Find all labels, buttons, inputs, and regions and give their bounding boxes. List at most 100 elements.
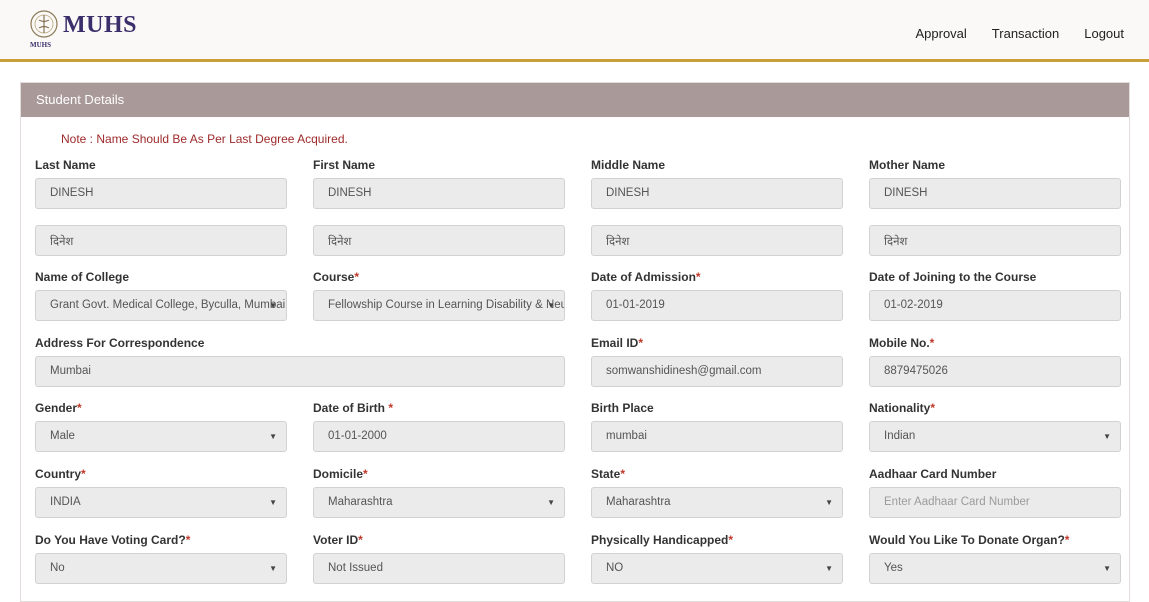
aadhaar-input[interactable]: Enter Aadhaar Card Number bbox=[869, 487, 1121, 518]
muhs-logo[interactable]: MUHS MUHS bbox=[29, 9, 137, 57]
chevron-down-icon: ▼ bbox=[269, 432, 277, 441]
required-mark: * bbox=[363, 467, 368, 481]
last-name-hindi-input[interactable]: दिनेश bbox=[35, 225, 287, 256]
first-name-label: First Name bbox=[313, 158, 376, 172]
address-input[interactable]: Mumbai bbox=[35, 356, 565, 387]
joining-date-input[interactable]: 01-02-2019 bbox=[869, 290, 1121, 321]
donate-organ-select[interactable]: Yes ▼ bbox=[869, 553, 1121, 584]
last-name-field: Last Name DINESH bbox=[35, 158, 287, 209]
domicile-select[interactable]: Maharashtra ▼ bbox=[313, 487, 565, 518]
first-name-hindi-input[interactable]: दिनेश bbox=[313, 225, 565, 256]
required-mark: * bbox=[638, 336, 644, 350]
required-mark: * bbox=[929, 336, 935, 350]
voting-card-field: Do You Have Voting Card?* No ▼ bbox=[35, 533, 287, 584]
required-mark: * bbox=[388, 401, 394, 415]
nav-logout[interactable]: Logout bbox=[1084, 26, 1124, 41]
mobile-input[interactable]: 8879475026 bbox=[869, 356, 1121, 387]
college-value: Grant Govt. Medical College, Byculla, Mu… bbox=[50, 299, 286, 311]
college-field: Name of College Grant Govt. Medical Coll… bbox=[35, 270, 287, 321]
address-field: Address For Correspondence Mumbai bbox=[35, 336, 565, 387]
email-field: Email ID* somwanshidinesh@gmail.com bbox=[591, 336, 843, 387]
required-mark: * bbox=[77, 401, 82, 415]
mother-name-field: Mother Name DINESH bbox=[869, 158, 1121, 209]
address-label: Address For Correspondence bbox=[35, 336, 205, 350]
course-select[interactable]: Fellowship Course in Learning Disability… bbox=[313, 290, 565, 321]
required-mark: * bbox=[354, 270, 360, 284]
voting-card-value: No bbox=[50, 562, 65, 574]
handicapped-select[interactable]: NO ▼ bbox=[591, 553, 843, 584]
mother-name-hindi-input[interactable]: दिनेश bbox=[869, 225, 1121, 256]
nationality-label: Nationality* bbox=[869, 401, 936, 415]
college-select[interactable]: Grant Govt. Medical College, Byculla, Mu… bbox=[35, 290, 287, 321]
joining-date-label: Date of Joining to the Course bbox=[869, 270, 1037, 284]
student-details-panel: Student Details Note : Name Should Be As… bbox=[20, 82, 1130, 602]
voter-id-field: Voter ID* Not Issued bbox=[313, 533, 565, 584]
first-name-field: First Name DINESH bbox=[313, 158, 565, 209]
donate-organ-field: Would You Like To Donate Organ?* Yes ▼ bbox=[869, 533, 1121, 584]
chevron-down-icon: ▼ bbox=[269, 498, 277, 507]
gender-field: Gender* Male ▼ bbox=[35, 401, 287, 452]
birth-place-label: Birth Place bbox=[591, 401, 654, 415]
admission-date-field: Date of Admission* 01-01-2019 bbox=[591, 270, 843, 321]
gender-select[interactable]: Male ▼ bbox=[35, 421, 287, 452]
middle-name-input[interactable]: DINESH bbox=[591, 178, 843, 209]
top-navbar: MUHS MUHS Approval Transaction Logout bbox=[0, 0, 1149, 62]
required-mark: * bbox=[358, 533, 363, 547]
required-mark: * bbox=[620, 467, 626, 481]
chevron-down-icon: ▼ bbox=[547, 498, 555, 507]
gender-value: Male bbox=[50, 430, 75, 442]
country-value: INDIA bbox=[50, 496, 81, 508]
voting-card-label: Do You Have Voting Card?* bbox=[35, 533, 191, 547]
voter-id-input[interactable]: Not Issued bbox=[313, 553, 565, 584]
nationality-field: Nationality* Indian ▼ bbox=[869, 401, 1121, 452]
top-nav-links: Approval Transaction Logout bbox=[890, 26, 1124, 41]
gender-label: Gender* bbox=[35, 401, 82, 415]
birth-place-field: Birth Place mumbai bbox=[591, 401, 843, 452]
aadhaar-field: Aadhaar Card Number Enter Aadhaar Card N… bbox=[869, 467, 1121, 518]
mother-name-label: Mother Name bbox=[869, 158, 946, 172]
voting-card-select[interactable]: No ▼ bbox=[35, 553, 287, 584]
dob-input[interactable]: 01-01-2000 bbox=[313, 421, 565, 452]
nationality-select[interactable]: Indian ▼ bbox=[869, 421, 1121, 452]
brand-name: MUHS bbox=[63, 12, 137, 38]
birth-place-input[interactable]: mumbai bbox=[591, 421, 843, 452]
mother-name-input[interactable]: DINESH bbox=[869, 178, 1121, 209]
voter-id-label: Voter ID* bbox=[313, 533, 363, 547]
state-label: State* bbox=[591, 467, 626, 481]
chevron-down-icon: ▼ bbox=[1103, 432, 1111, 441]
last-name-input[interactable]: DINESH bbox=[35, 178, 287, 209]
name-note: Note : Name Should Be As Per Last Degree… bbox=[61, 132, 348, 146]
admission-date-label: Date of Admission* bbox=[591, 270, 701, 284]
brand-subtext: MUHS bbox=[30, 41, 51, 49]
handicapped-value: NO bbox=[606, 562, 624, 574]
joining-date-field: Date of Joining to the Course 01-02-2019 bbox=[869, 270, 1121, 321]
state-value: Maharashtra bbox=[606, 496, 671, 508]
required-mark: * bbox=[728, 533, 734, 547]
country-select[interactable]: INDIA ▼ bbox=[35, 487, 287, 518]
chevron-down-icon: ▼ bbox=[547, 301, 555, 310]
chevron-down-icon: ▼ bbox=[269, 564, 277, 573]
middle-name-hindi-input[interactable]: दिनेश bbox=[591, 225, 843, 256]
email-input[interactable]: somwanshidinesh@gmail.com bbox=[591, 356, 843, 387]
state-select[interactable]: Maharashtra ▼ bbox=[591, 487, 843, 518]
dob-field: Date of Birth * 01-01-2000 bbox=[313, 401, 565, 452]
nav-approval[interactable]: Approval bbox=[915, 26, 966, 41]
required-mark: * bbox=[81, 467, 86, 481]
dob-label: Date of Birth * bbox=[313, 401, 394, 415]
college-label: Name of College bbox=[35, 270, 130, 284]
panel-title: Student Details bbox=[21, 83, 1129, 117]
nav-transaction[interactable]: Transaction bbox=[992, 26, 1059, 41]
nationality-value: Indian bbox=[884, 430, 916, 442]
first-name-input[interactable]: DINESH bbox=[313, 178, 565, 209]
donate-organ-value: Yes bbox=[884, 562, 903, 574]
required-mark: * bbox=[185, 533, 191, 547]
admission-date-input[interactable]: 01-01-2019 bbox=[591, 290, 843, 321]
domicile-field: Domicile* Maharashtra ▼ bbox=[313, 467, 565, 518]
mobile-label: Mobile No.* bbox=[869, 336, 935, 350]
donate-organ-label: Would You Like To Donate Organ?* bbox=[869, 533, 1070, 547]
course-field: Course* Fellowship Course in Learning Di… bbox=[313, 270, 565, 321]
aadhaar-label: Aadhaar Card Number bbox=[869, 467, 997, 481]
course-label: Course* bbox=[313, 270, 360, 284]
chevron-down-icon: ▼ bbox=[825, 498, 833, 507]
email-label: Email ID* bbox=[591, 336, 644, 350]
